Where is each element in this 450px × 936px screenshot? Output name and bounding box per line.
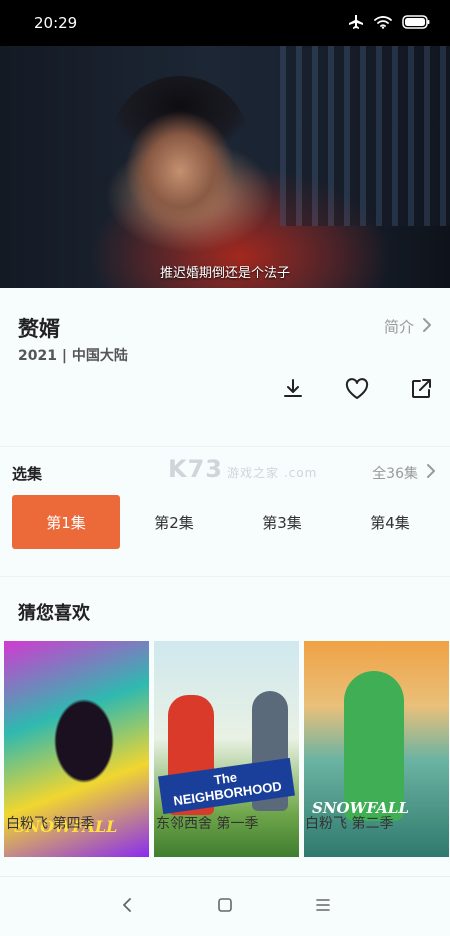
- heart-icon: [344, 377, 370, 405]
- show-meta: 2021 | 中国大陆: [18, 348, 128, 364]
- recommendation-caption[interactable]: 白粉飞 第二季: [305, 813, 393, 833]
- recommendation-header: 猜您喜欢: [18, 603, 90, 624]
- episode-header: 选集: [12, 465, 43, 483]
- share-button[interactable]: [406, 376, 436, 406]
- episode-total: 全36集: [372, 466, 418, 482]
- watermark: K73 游戏之家 .com: [168, 455, 317, 483]
- video-player[interactable]: 推迟婚期倒还是个法子: [0, 46, 450, 288]
- video-frame-figure: [110, 76, 250, 246]
- back-icon: [121, 897, 133, 917]
- episode-list: 第1集 第2集 第3集 第4集: [12, 495, 444, 549]
- episode-item[interactable]: 第4集: [336, 495, 444, 549]
- back-button[interactable]: [112, 892, 142, 922]
- episode-item[interactable]: 第3集: [228, 495, 336, 549]
- system-nav-bar: [0, 876, 450, 936]
- share-icon: [409, 377, 433, 405]
- video-subtitle: 推迟婚期倒还是个法子: [159, 266, 290, 281]
- battery-icon: [402, 15, 430, 29]
- download-button[interactable]: [278, 376, 308, 406]
- home-icon: [217, 897, 233, 917]
- recommendation-section: 猜您喜欢 SNOWFALL The NEIGHBORHOOD SNOWFALL …: [0, 576, 450, 876]
- episode-item[interactable]: 第1集: [12, 495, 120, 549]
- download-icon: [281, 377, 305, 405]
- airplane-icon: [348, 14, 364, 30]
- watermark-text: 游戏之家 .com: [227, 466, 318, 480]
- episode-section: 选集 K73 游戏之家 .com 全36集 第1集 第2集 第3集 第4集: [0, 446, 450, 572]
- episode-item[interactable]: 第2集: [120, 495, 228, 549]
- menu-button[interactable]: [308, 892, 338, 922]
- favorite-button[interactable]: [342, 376, 372, 406]
- recommendation-caption[interactable]: 白粉飞 第四季: [6, 813, 94, 833]
- home-button[interactable]: [210, 892, 240, 922]
- action-row: [278, 376, 436, 406]
- menu-icon: [315, 897, 331, 916]
- watermark-logo: K73: [168, 455, 223, 483]
- episode-total-link[interactable]: 全36集: [372, 463, 436, 483]
- recommendation-caption[interactable]: 东邻西舍 第一季: [156, 813, 258, 833]
- show-info: 赘婿 简介 2021 | 中国大陆: [0, 288, 450, 438]
- wifi-icon: [374, 15, 392, 29]
- chevron-right-icon: [422, 317, 432, 337]
- chevron-right-icon: [426, 463, 436, 483]
- status-time: 20:29: [34, 14, 78, 32]
- status-bar: 20:29: [0, 0, 450, 46]
- intro-link[interactable]: 简介: [384, 316, 432, 337]
- intro-label: 简介: [383, 318, 414, 336]
- video-background: [280, 46, 450, 226]
- show-title: 赘婿: [18, 317, 60, 341]
